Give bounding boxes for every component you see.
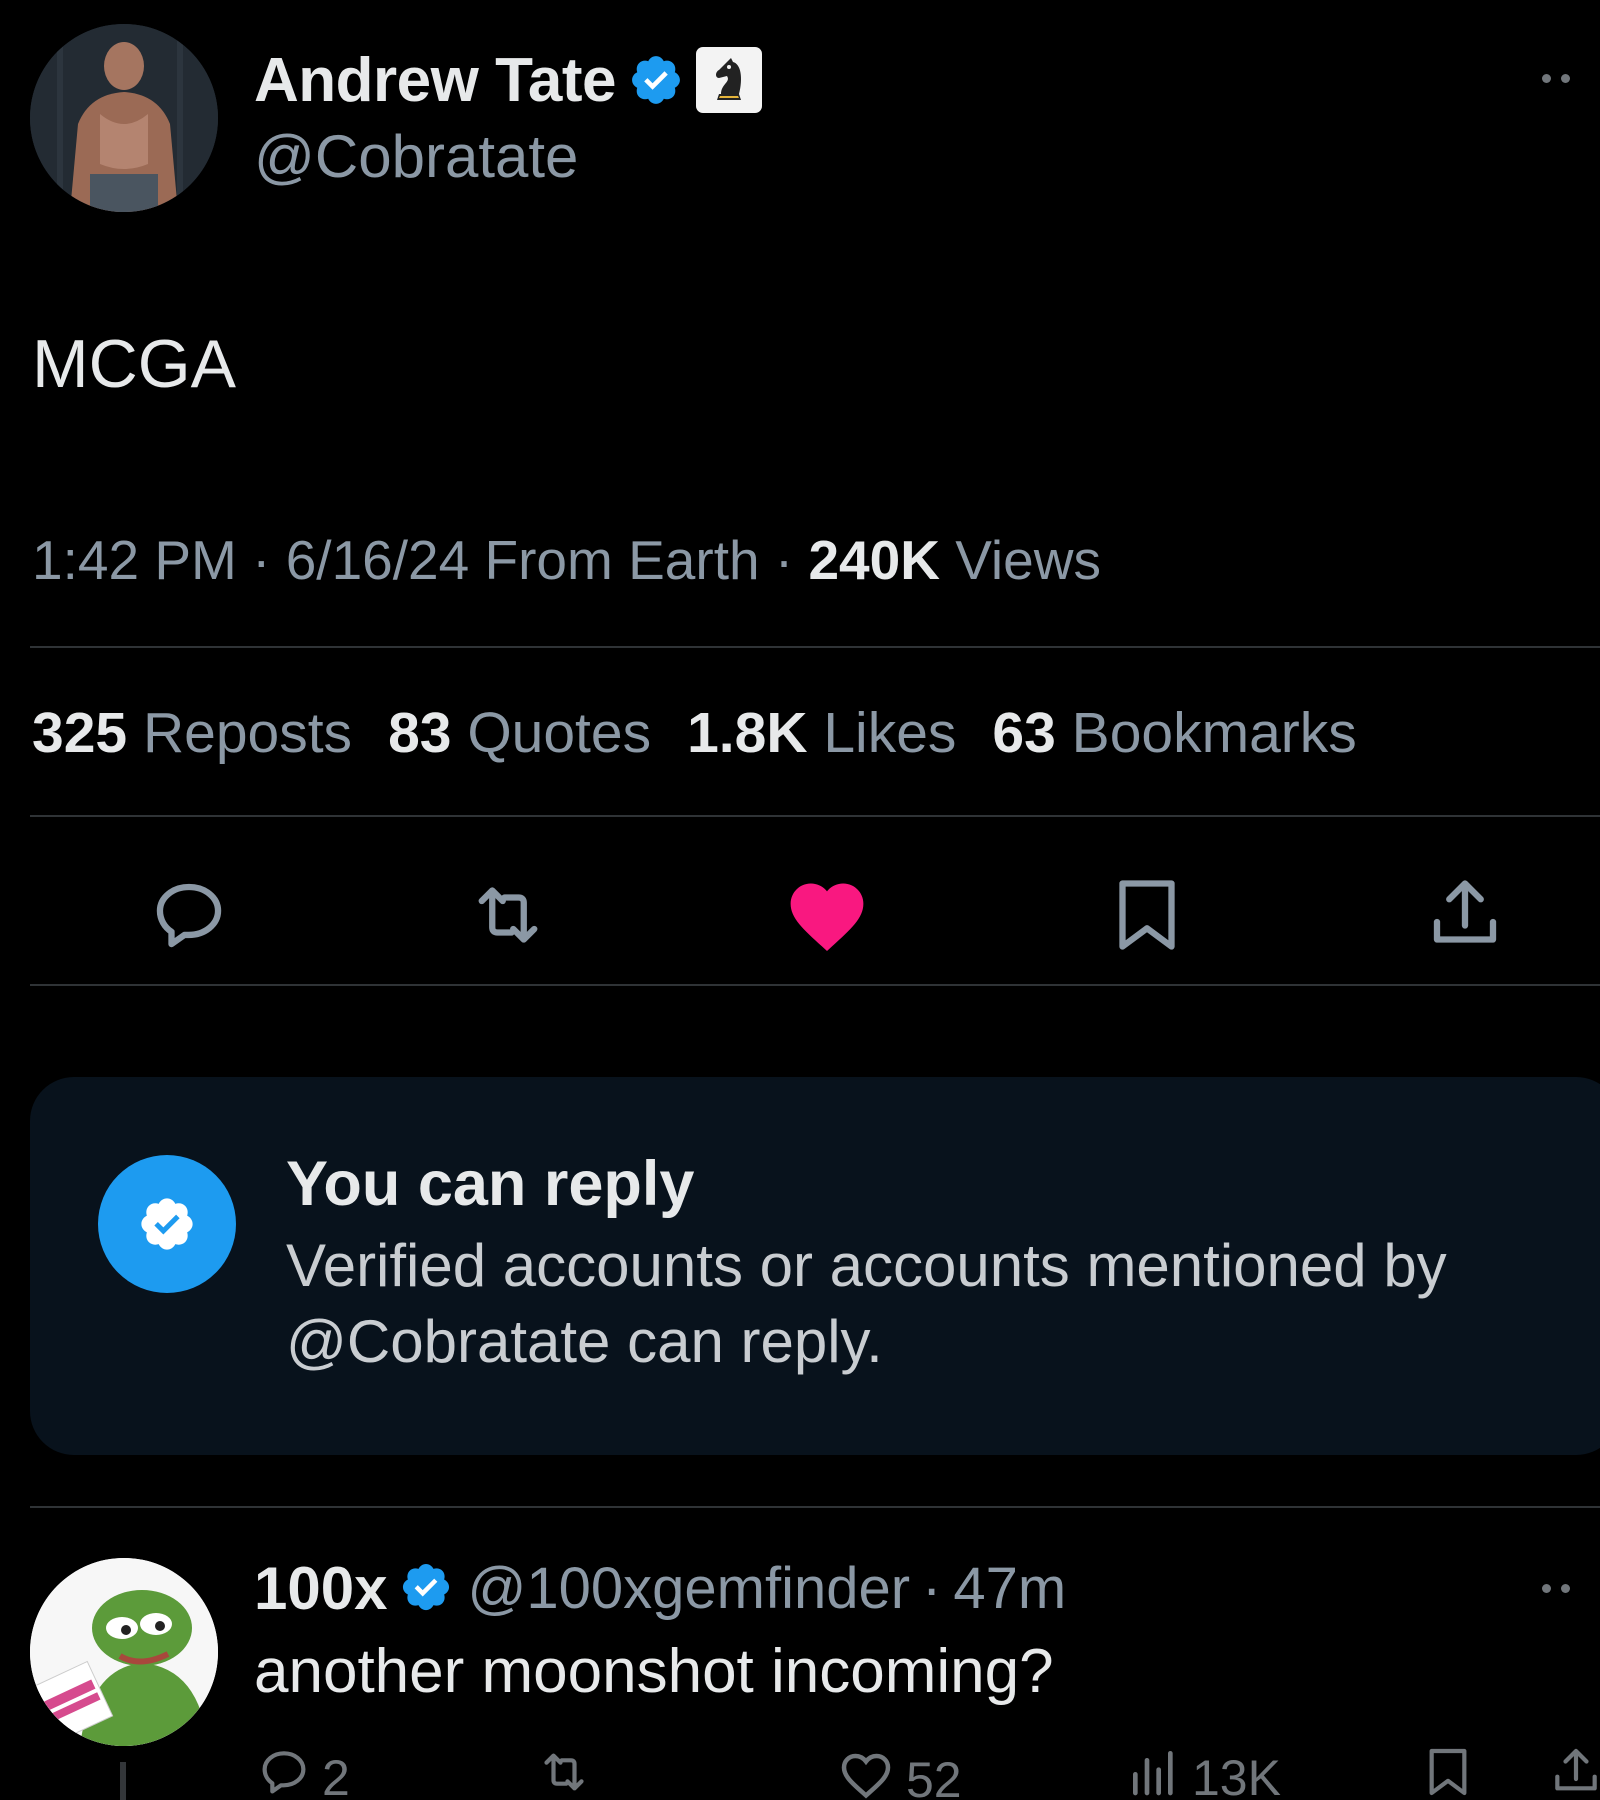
tweet-text: MCGA	[32, 326, 236, 402]
tweet-action-bar	[30, 860, 1600, 970]
author-avatar[interactable]	[30, 24, 218, 212]
more-options-icon[interactable]	[1542, 58, 1592, 98]
reply-restriction-title: You can reply	[286, 1149, 695, 1219]
author-display-name[interactable]: Andrew Tate	[254, 45, 616, 116]
bookmark-icon	[1420, 1744, 1476, 1800]
repost-button[interactable]	[536, 1744, 592, 1800]
verified-check-icon	[98, 1155, 236, 1293]
author-name-row: Andrew Tate	[254, 42, 762, 118]
share-icon	[1548, 1744, 1600, 1800]
views-count: 13K	[1192, 1750, 1281, 1800]
share-icon[interactable]	[1410, 860, 1520, 970]
like-button[interactable]: 52	[836, 1744, 962, 1800]
views-button[interactable]: 13K	[1126, 1744, 1281, 1800]
bookmark-icon[interactable]	[1092, 860, 1202, 970]
tweet-source: From Earth	[484, 529, 760, 591]
reply-count: 2	[322, 1750, 350, 1800]
verified-badge-icon	[399, 1560, 455, 1616]
divider	[30, 1506, 1600, 1508]
views-chart-icon	[1126, 1744, 1182, 1800]
repost-icon	[536, 1744, 592, 1800]
bookmarks-stat[interactable]: 63 Bookmarks	[992, 700, 1356, 766]
reply-icon	[256, 1744, 312, 1800]
tweet-time[interactable]: 1:42 PM	[32, 529, 237, 591]
tweet-date[interactable]: 6/16/24	[286, 529, 470, 591]
reply-age[interactable]: 47m	[953, 1555, 1066, 1622]
engagement-stats: 325 Reposts 83 Quotes 1.8K Likes 63 Book…	[32, 700, 1357, 766]
quotes-stat[interactable]: 83 Quotes	[388, 700, 651, 766]
reply-text: another moonshot incoming?	[254, 1637, 1054, 1706]
reply-restriction-description: Verified accounts or accounts mentioned …	[286, 1232, 1447, 1375]
views-label: Views	[955, 529, 1101, 591]
divider	[30, 646, 1600, 648]
likes-stat[interactable]: 1.8K Likes	[687, 700, 956, 766]
reply-author-handle[interactable]: @100xgemfinder	[467, 1555, 910, 1622]
separator-dot: ·	[922, 1555, 942, 1621]
divider	[30, 984, 1600, 986]
share-button[interactable]	[1548, 1744, 1600, 1800]
reply-button[interactable]: 2	[256, 1744, 350, 1800]
like-icon	[836, 1744, 896, 1800]
tweet-meta: 1:42 PM · 6/16/24 From Earth · 240K View…	[32, 529, 1101, 591]
more-options-icon[interactable]	[1542, 1568, 1592, 1608]
like-icon[interactable]	[772, 860, 882, 970]
repost-icon[interactable]	[453, 860, 563, 970]
like-count: 52	[906, 1752, 962, 1800]
bookmark-button[interactable]	[1420, 1744, 1476, 1800]
views-count: 240K	[808, 529, 940, 591]
reply-author-name[interactable]: 100x	[254, 1554, 387, 1623]
reply-action-bar: 2 52 13K	[0, 1744, 1600, 1800]
reply-author-avatar[interactable]	[30, 1558, 218, 1746]
reply-header-row: 100x @100xgemfinder · 47m	[254, 1552, 1066, 1624]
reposts-stat[interactable]: 325 Reposts	[32, 700, 352, 766]
author-handle[interactable]: @Cobratate	[254, 122, 578, 191]
verified-badge-icon	[628, 52, 684, 108]
chess-knight-icon[interactable]	[695, 47, 762, 113]
divider	[30, 815, 1600, 817]
reply-icon[interactable]	[134, 860, 244, 970]
